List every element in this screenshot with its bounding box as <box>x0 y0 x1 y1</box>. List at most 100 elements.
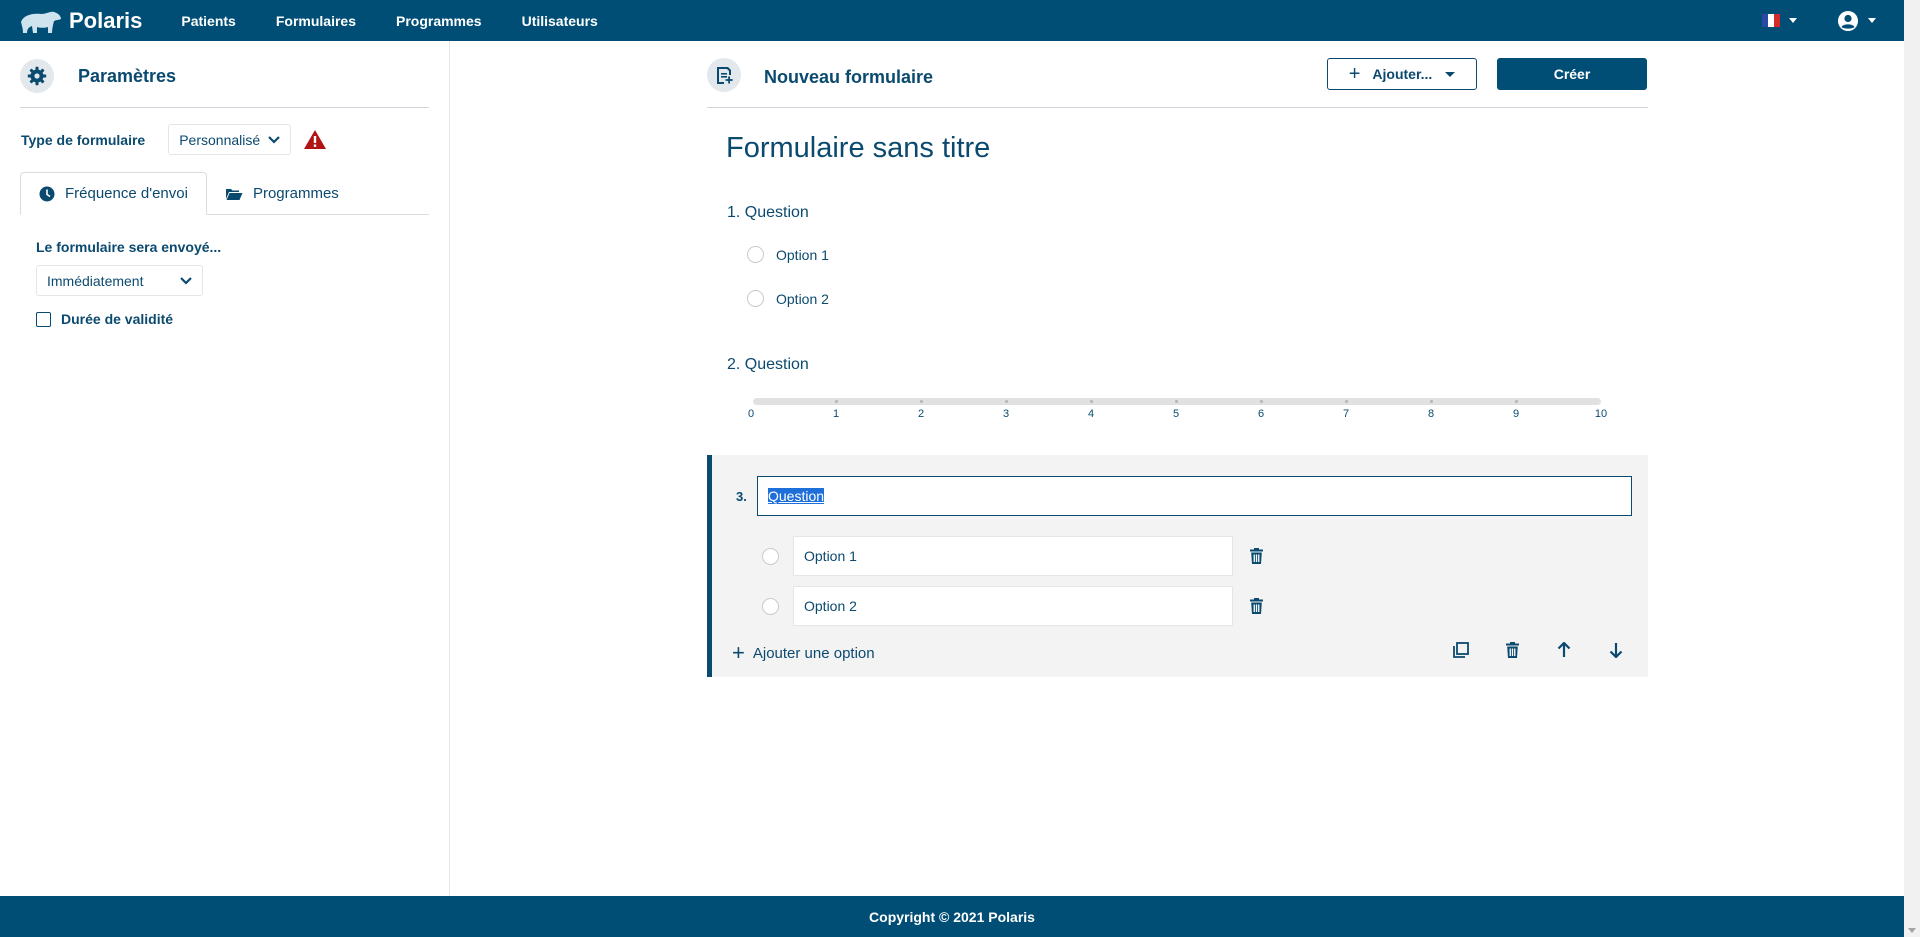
validity-row[interactable]: Durée de validité <box>36 311 173 327</box>
caret-down-icon <box>1445 71 1456 77</box>
form-type-label: Type de formulaire <box>21 131 146 148</box>
trash-icon[interactable] <box>1506 642 1519 658</box>
scale-tick-label: 8 <box>1427 408 1435 420</box>
radio-button <box>762 547 779 565</box>
option-input-text: Option 1 <box>804 548 857 564</box>
option-row-1: Option 1 <box>762 536 1263 576</box>
brand-name: Polaris <box>69 7 143 33</box>
copyright-text: Copyright © 2021 Polaris <box>869 908 1035 925</box>
send-frequency-label: Le formulaire sera envoyé... <box>36 239 222 255</box>
question-1-option-1[interactable]: Option 1 <box>747 246 829 263</box>
gear-icon <box>27 66 47 86</box>
question-2-label[interactable]: 2. Question <box>727 356 809 374</box>
nav-link-formulaires[interactable]: Formulaires <box>276 13 356 29</box>
form-type-row: Type de formulaire Personnalisé <box>21 124 327 155</box>
option-input-1[interactable]: Option 1 <box>793 536 1233 576</box>
question-1-label[interactable]: 1. Question <box>727 204 809 222</box>
add-option-button[interactable]: + Ajouter une option <box>732 642 875 664</box>
create-button[interactable]: Créer <box>1497 58 1647 90</box>
scale-tick-mark <box>1090 400 1093 403</box>
brand[interactable]: Polaris <box>19 8 142 34</box>
tab-label: Fréquence d'envoi <box>65 185 188 202</box>
question-1-option-2[interactable]: Option 2 <box>747 290 829 307</box>
page-scrollbar[interactable] <box>1904 0 1920 937</box>
arrow-down-icon[interactable] <box>1609 642 1623 658</box>
footer: Copyright © 2021 Polaris <box>0 896 1904 937</box>
validity-checkbox[interactable] <box>36 311 51 327</box>
add-element-dropdown[interactable]: + Ajouter... <box>1327 58 1477 90</box>
tab-programmes[interactable]: Programmes <box>207 172 357 215</box>
form-type-value: Personnalisé <box>179 131 261 148</box>
radio-button <box>762 597 779 615</box>
scale-tick-mark <box>1260 400 1263 403</box>
scale-tick-mark <box>1430 400 1433 403</box>
tab-label: Programmes <box>252 185 339 202</box>
option-input-text: Option 2 <box>804 598 857 614</box>
top-navbar: Polaris Patients Formulaires Programmes … <box>0 0 1904 41</box>
page: Polaris Patients Formulaires Programmes … <box>0 0 1920 937</box>
option-label: Option 2 <box>776 290 829 307</box>
scale-tick-mark <box>1345 400 1348 403</box>
nav-link-utilisateurs[interactable]: Utilisateurs <box>522 13 598 29</box>
scroll-down-arrow-icon[interactable] <box>1908 928 1916 933</box>
warning-icon <box>304 130 327 149</box>
sidebar-header: Paramètres <box>20 59 429 108</box>
france-flag-icon <box>1762 14 1780 27</box>
scale-tick-mark <box>1005 400 1008 403</box>
form-title[interactable]: Formulaire sans titre <box>726 132 990 165</box>
radio-button[interactable] <box>747 246 764 263</box>
scale-tick-mark <box>1515 400 1518 403</box>
question-title-input[interactable]: Question <box>757 476 1632 516</box>
scale-tick-mark <box>1175 400 1178 403</box>
form-type-select[interactable]: Personnalisé <box>168 124 292 155</box>
main-title: Nouveau formulaire <box>764 67 934 87</box>
chevron-down-icon <box>268 135 280 144</box>
scale-tick-label: 2 <box>917 408 925 420</box>
nav-right <box>1762 0 1876 41</box>
polar-bear-logo-icon <box>21 11 61 33</box>
trash-icon[interactable] <box>1250 598 1263 614</box>
active-question-card: 3. Question Option 1 Option 2 + Ajouter … <box>707 455 1648 677</box>
scale-tick-label: 4 <box>1087 408 1095 420</box>
tab-frequence-envoi[interactable]: Fréquence d'envoi <box>20 172 207 215</box>
main-header: Nouveau formulaire + Ajouter... Créer <box>707 58 1648 108</box>
arrow-up-icon[interactable] <box>1557 642 1571 658</box>
form-add-icon <box>717 67 733 84</box>
add-button-label: Ajouter... <box>1372 66 1433 82</box>
plus-icon: + <box>732 640 745 665</box>
nav-link-programmes[interactable]: Programmes <box>396 13 482 29</box>
caret-down-icon <box>1789 18 1797 23</box>
nav-links: Patients Formulaires Programmes Utilisat… <box>181 13 637 29</box>
scale-tick-label: 10 <box>1594 408 1608 420</box>
option-label: Option 1 <box>776 246 829 263</box>
scale-tick-label: 3 <box>1002 408 1010 420</box>
validity-label: Durée de validité <box>61 311 174 327</box>
send-frequency-value: Immédiatement <box>47 272 144 289</box>
user-dropdown[interactable] <box>1837 10 1876 32</box>
chevron-down-icon <box>180 276 192 285</box>
send-frequency-select[interactable]: Immédiatement <box>36 265 203 296</box>
question-title-text: Question <box>768 488 825 504</box>
option-input-2[interactable]: Option 2 <box>793 586 1233 626</box>
option-row-2: Option 2 <box>762 586 1263 626</box>
duplicate-icon[interactable] <box>1453 642 1469 658</box>
scale-tick-label: 6 <box>1257 408 1265 420</box>
scale-tick-label: 0 <box>747 408 755 420</box>
scale-tick-mark <box>920 400 923 403</box>
trash-icon[interactable] <box>1250 548 1263 564</box>
folder-open-icon <box>225 188 243 200</box>
language-dropdown[interactable] <box>1762 14 1797 27</box>
add-option-label: Ajouter une option <box>752 644 875 662</box>
form-icon-wrapper <box>707 58 741 92</box>
plus-icon: + <box>1348 63 1361 85</box>
scale-tick-label: 7 <box>1342 408 1350 420</box>
scale-tick-label: 9 <box>1512 408 1520 420</box>
scale-tick-label: 5 <box>1172 408 1180 420</box>
nav-link-patients[interactable]: Patients <box>181 13 235 29</box>
sidebar-title: Paramètres <box>78 66 177 86</box>
radio-button[interactable] <box>747 290 764 307</box>
question-number: 3. <box>736 489 747 504</box>
user-circle-icon <box>1838 10 1858 31</box>
settings-sidebar: Paramètres Type de formulaire Personnali… <box>0 41 450 896</box>
scale-tick-mark <box>835 400 838 403</box>
